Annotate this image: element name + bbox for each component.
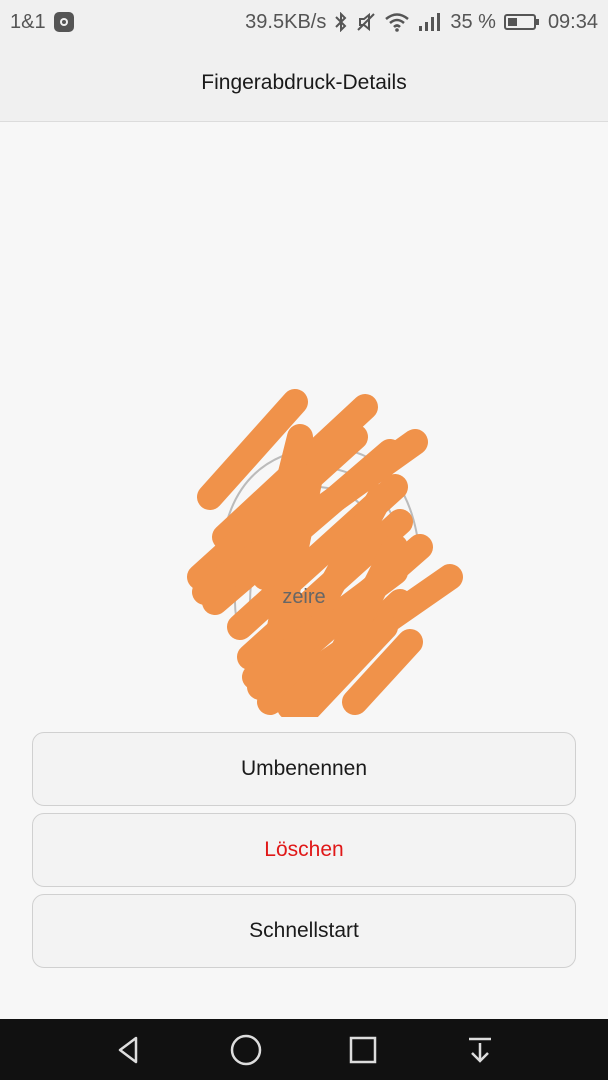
- carrier-label: 1&1: [10, 10, 46, 33]
- notification-pulldown-icon[interactable]: [450, 1025, 510, 1075]
- fingerprint-name: zeire: [282, 586, 326, 608]
- delete-button[interactable]: Löschen: [32, 813, 576, 887]
- fingerprint-icon: [187, 389, 463, 717]
- status-left: 1&1: [10, 11, 74, 34]
- back-icon[interactable]: [99, 1025, 159, 1075]
- navigation-bar: [0, 1019, 608, 1080]
- network-speed: 39.5KB/s: [245, 10, 327, 33]
- battery-percent: 35 %: [450, 10, 496, 33]
- battery-icon: [503, 13, 540, 31]
- fingerprint-area: zeire: [0, 122, 608, 722]
- home-icon[interactable]: [216, 1025, 276, 1075]
- screen: 1&1 39.5KB/s 35 % 09:34 Fingerabdruck-De…: [0, 0, 608, 1080]
- mute-icon: [356, 12, 376, 32]
- action-list: Umbenennen Löschen Schnellstart: [32, 732, 576, 975]
- bluetooth-icon: [334, 12, 348, 32]
- signal-icon: [418, 12, 442, 32]
- quickstart-button[interactable]: Schnellstart: [32, 894, 576, 968]
- rename-button[interactable]: Umbenennen: [32, 732, 576, 806]
- wifi-icon: [384, 12, 410, 32]
- notification-icon: [53, 12, 74, 32]
- page-title: Fingerabdruck-Details: [201, 70, 407, 94]
- status-right: 39.5KB/s 35 % 09:34: [245, 11, 598, 34]
- status-bar: 1&1 39.5KB/s 35 % 09:34: [0, 0, 608, 44]
- recents-icon[interactable]: [333, 1025, 393, 1075]
- clock: 09:34: [547, 10, 598, 33]
- title-bar: Fingerabdruck-Details: [0, 44, 608, 122]
